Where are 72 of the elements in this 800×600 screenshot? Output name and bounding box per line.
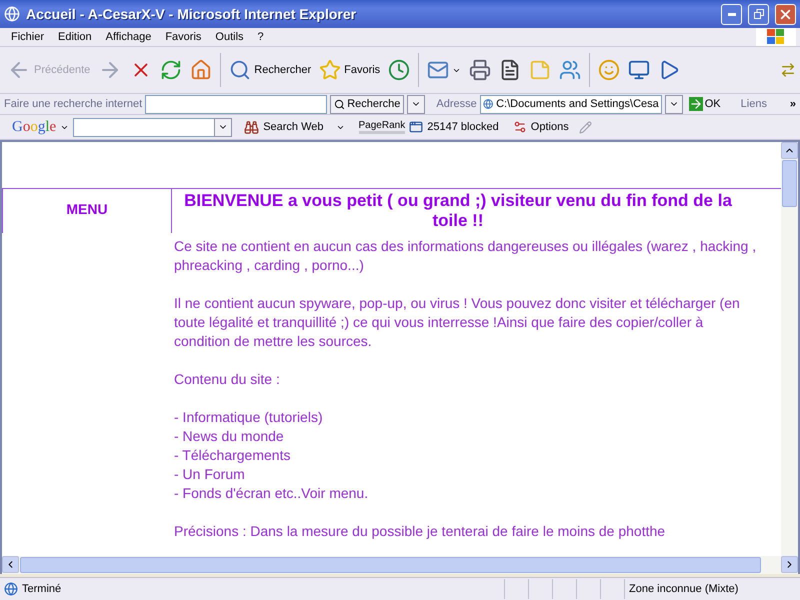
close-button[interactable] xyxy=(775,4,796,24)
search-field[interactable] xyxy=(145,94,328,114)
list-item: - News du monde xyxy=(174,427,285,446)
toolbar-button[interactable]: Favoris xyxy=(316,57,384,83)
google-search-field[interactable] xyxy=(73,118,216,136)
refresh-icon xyxy=(160,59,182,81)
list-item: - Fonds d'écran etc..Voir menu. xyxy=(174,484,370,503)
home-icon xyxy=(190,59,212,81)
menu-link[interactable]: MENU xyxy=(2,189,172,233)
scroll-right-button[interactable] xyxy=(781,556,798,573)
search-icon xyxy=(334,98,346,110)
search-web-button[interactable]: Search Web xyxy=(263,121,324,133)
menu-item[interactable]: Outils xyxy=(208,31,251,43)
list-item: - Informatique (tutoriels) xyxy=(174,408,324,427)
minimize-button[interactable] xyxy=(721,4,742,24)
paragraph: Il ne contient aucun spyware, pop-up, ou virus ! Vous pouvez donc visiter et télécharger (en toute légalité et tranquillité ;) ce qui vous interresse !Ainsi que faire des copier/coller à condition de mettre les sources. xyxy=(174,294,741,351)
note-icon xyxy=(529,59,552,81)
google-logo[interactable]: Google xyxy=(12,118,56,136)
scroll-thumb[interactable] xyxy=(20,557,761,573)
scroll-left-button[interactable] xyxy=(2,556,19,573)
people-icon xyxy=(559,59,582,81)
address-label: Adresse xyxy=(436,98,477,110)
blocked-count[interactable]: 25147 blocked xyxy=(427,121,499,133)
horizontal-scrollbar[interactable] xyxy=(0,556,800,574)
toolbar-button[interactable]: Rechercher xyxy=(226,57,314,83)
printer-icon xyxy=(469,59,492,81)
popup-icon xyxy=(409,120,424,134)
star-icon xyxy=(319,59,342,81)
address-field[interactable]: C:\Documents and Settings\Cesa xyxy=(480,94,662,114)
monitor-icon xyxy=(628,59,650,81)
swap-icon[interactable] xyxy=(780,62,796,78)
menu-item[interactable]: Affichage xyxy=(98,31,158,43)
smiley-icon xyxy=(598,59,620,81)
pencil-icon[interactable] xyxy=(578,120,592,134)
windows-logo xyxy=(756,28,796,46)
go-button[interactable]: OK xyxy=(686,94,724,114)
scroll-up-button[interactable] xyxy=(781,142,798,159)
restore-icon xyxy=(754,9,764,19)
status-text: Terminé xyxy=(22,583,62,595)
menu-item[interactable]: ? xyxy=(250,31,271,43)
list-item: - Un Forum xyxy=(174,465,246,484)
page-heading: BIENVENUE a vous petit ( ou grand ;) visiteur venu du fin fond de la toile !! xyxy=(183,190,733,232)
paragraph: Ce site ne contient en aucun cas des informations dangereuses ou illégales (warez , hacking , phreacking , carding , porno...) xyxy=(174,237,758,275)
binoculars-icon xyxy=(244,120,260,134)
browser-icon xyxy=(4,6,20,22)
options-icon xyxy=(512,120,527,134)
search-button[interactable]: Recherche xyxy=(330,94,404,114)
security-zone: Zone inconnue (Mixte) xyxy=(629,583,738,595)
list-item: - Téléchargements xyxy=(174,446,292,465)
more-button[interactable]: » xyxy=(790,98,796,110)
dropdown-button[interactable] xyxy=(664,94,683,114)
dropdown-button[interactable] xyxy=(407,94,426,114)
menu-item[interactable]: Fichier xyxy=(4,31,52,43)
links-label[interactable]: Liens xyxy=(740,98,767,110)
paragraph: Contenu du site : xyxy=(174,370,281,389)
page-icon xyxy=(482,98,494,110)
menu-item[interactable]: Edition xyxy=(51,31,99,43)
dropdown-button[interactable] xyxy=(214,118,232,136)
vertical-scrollbar[interactable] xyxy=(781,142,798,556)
scroll-thumb[interactable] xyxy=(782,160,797,207)
search-label: Faire une recherche internet xyxy=(4,98,142,110)
restore-button[interactable] xyxy=(748,4,769,24)
pagerank-label: PageRank xyxy=(358,120,406,134)
minimize-icon xyxy=(728,12,736,16)
paragraph: Précisions : Dans la mesure du possible je tenterai de faire le moins de photthe xyxy=(174,522,666,541)
clock-icon xyxy=(388,59,410,81)
mail-icon xyxy=(427,59,450,81)
page-icon xyxy=(4,582,18,596)
search-icon xyxy=(229,59,252,81)
options-button[interactable]: Options xyxy=(530,121,569,133)
menu-item[interactable]: Favoris xyxy=(158,31,208,43)
window-title: Accueil - A-CesarX-V - Microsoft Internet Explorer xyxy=(26,6,358,22)
